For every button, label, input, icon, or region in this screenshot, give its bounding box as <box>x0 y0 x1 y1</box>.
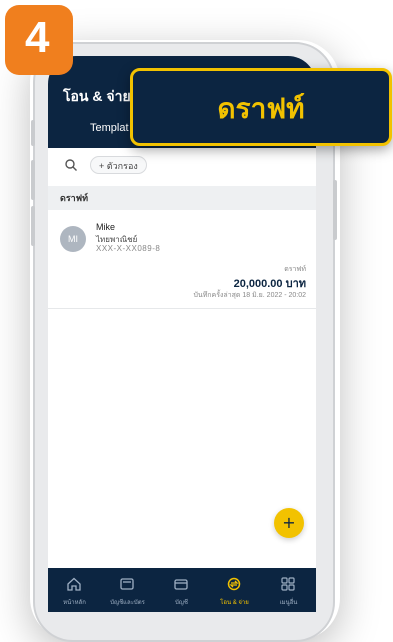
nav-item-account[interactable]: บัญชี <box>155 568 208 612</box>
add-filter-button[interactable]: + ตัวกรอง <box>90 156 147 174</box>
add-fab-button[interactable]: + <box>274 508 304 538</box>
page-title: โอน & จ่าย <box>63 88 131 104</box>
nav-label: บัญชีและบัตร <box>110 600 145 606</box>
wallet-icon <box>120 578 134 590</box>
search-icon[interactable] <box>64 158 78 172</box>
nav-label: เมนูอื่น <box>279 600 298 606</box>
nav-label: บัญชี <box>175 600 188 606</box>
account-number: XXX-X-XX089-8 <box>96 244 161 253</box>
bottom-nav: หน้าหลัก บัญชีและบัตร บัญชี โอน & จ่าย เ… <box>48 568 316 612</box>
recipient-name: Mike <box>96 222 116 232</box>
nav-item-accounts[interactable]: บัญชีและบัตร <box>101 568 154 612</box>
draft-saved-date: บันทึกครั้งล่าสุด 18 มิ.ย. 2022 - 20:02 <box>193 292 306 299</box>
callout-label: ดราฟท์ <box>217 92 305 125</box>
step-number: 4 <box>25 13 50 62</box>
draft-list-item[interactable]: MI Mike ไทยพาณิชย์ XXX-X-XX089-8 ดราฟท์ … <box>48 212 316 309</box>
highlight-callout: ดราฟท์ <box>130 68 392 146</box>
transfer-icon <box>227 577 241 591</box>
home-icon <box>67 577 81 591</box>
step-badge: 4 <box>5 5 73 75</box>
nav-label: หน้าหลัก <box>63 600 86 606</box>
nav-item-more[interactable]: เมนูอื่น <box>262 568 315 612</box>
tab-templates[interactable]: Templat <box>90 122 129 134</box>
plus-icon: + <box>282 513 296 532</box>
section-title: ดราฟท์ <box>48 186 316 210</box>
filter-bar: + ตัวกรอง <box>48 148 316 182</box>
nav-item-home[interactable]: หน้าหลัก <box>48 568 101 612</box>
card-icon <box>174 579 188 590</box>
nav-item-transfer[interactable]: โอน & จ่าย <box>208 568 261 612</box>
nav-label: โอน & จ่าย <box>220 600 249 606</box>
grid-icon <box>281 577 295 591</box>
avatar: MI <box>60 226 86 252</box>
